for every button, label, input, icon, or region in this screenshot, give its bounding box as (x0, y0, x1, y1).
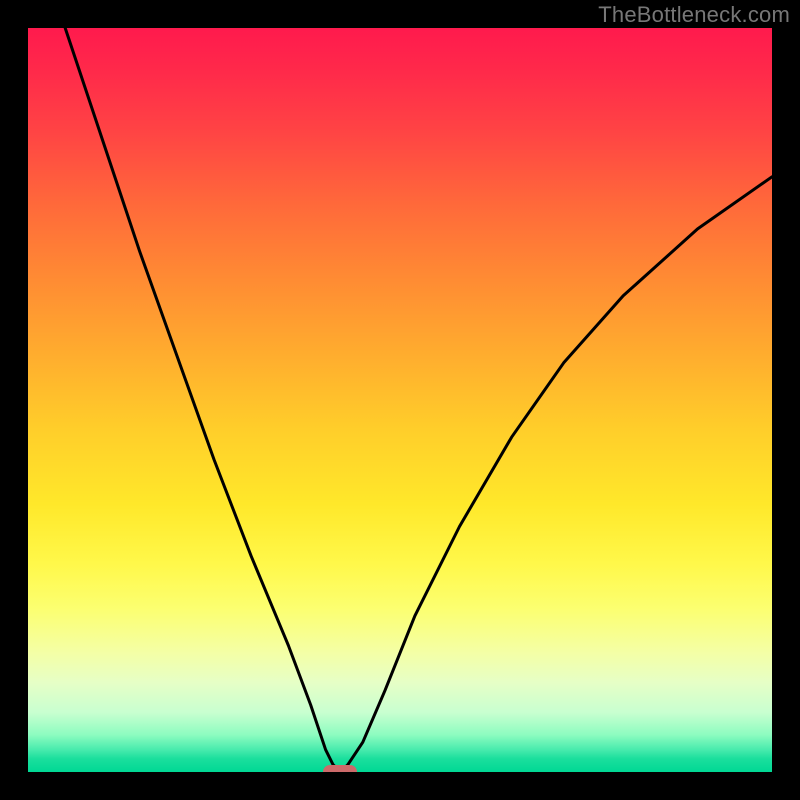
plot-area (28, 28, 772, 772)
curve-layer (28, 28, 772, 772)
watermark-text: TheBottleneck.com (598, 2, 790, 28)
chart-frame: TheBottleneck.com (0, 0, 800, 800)
optimal-point-marker (323, 765, 357, 772)
bottleneck-curve (65, 28, 772, 772)
